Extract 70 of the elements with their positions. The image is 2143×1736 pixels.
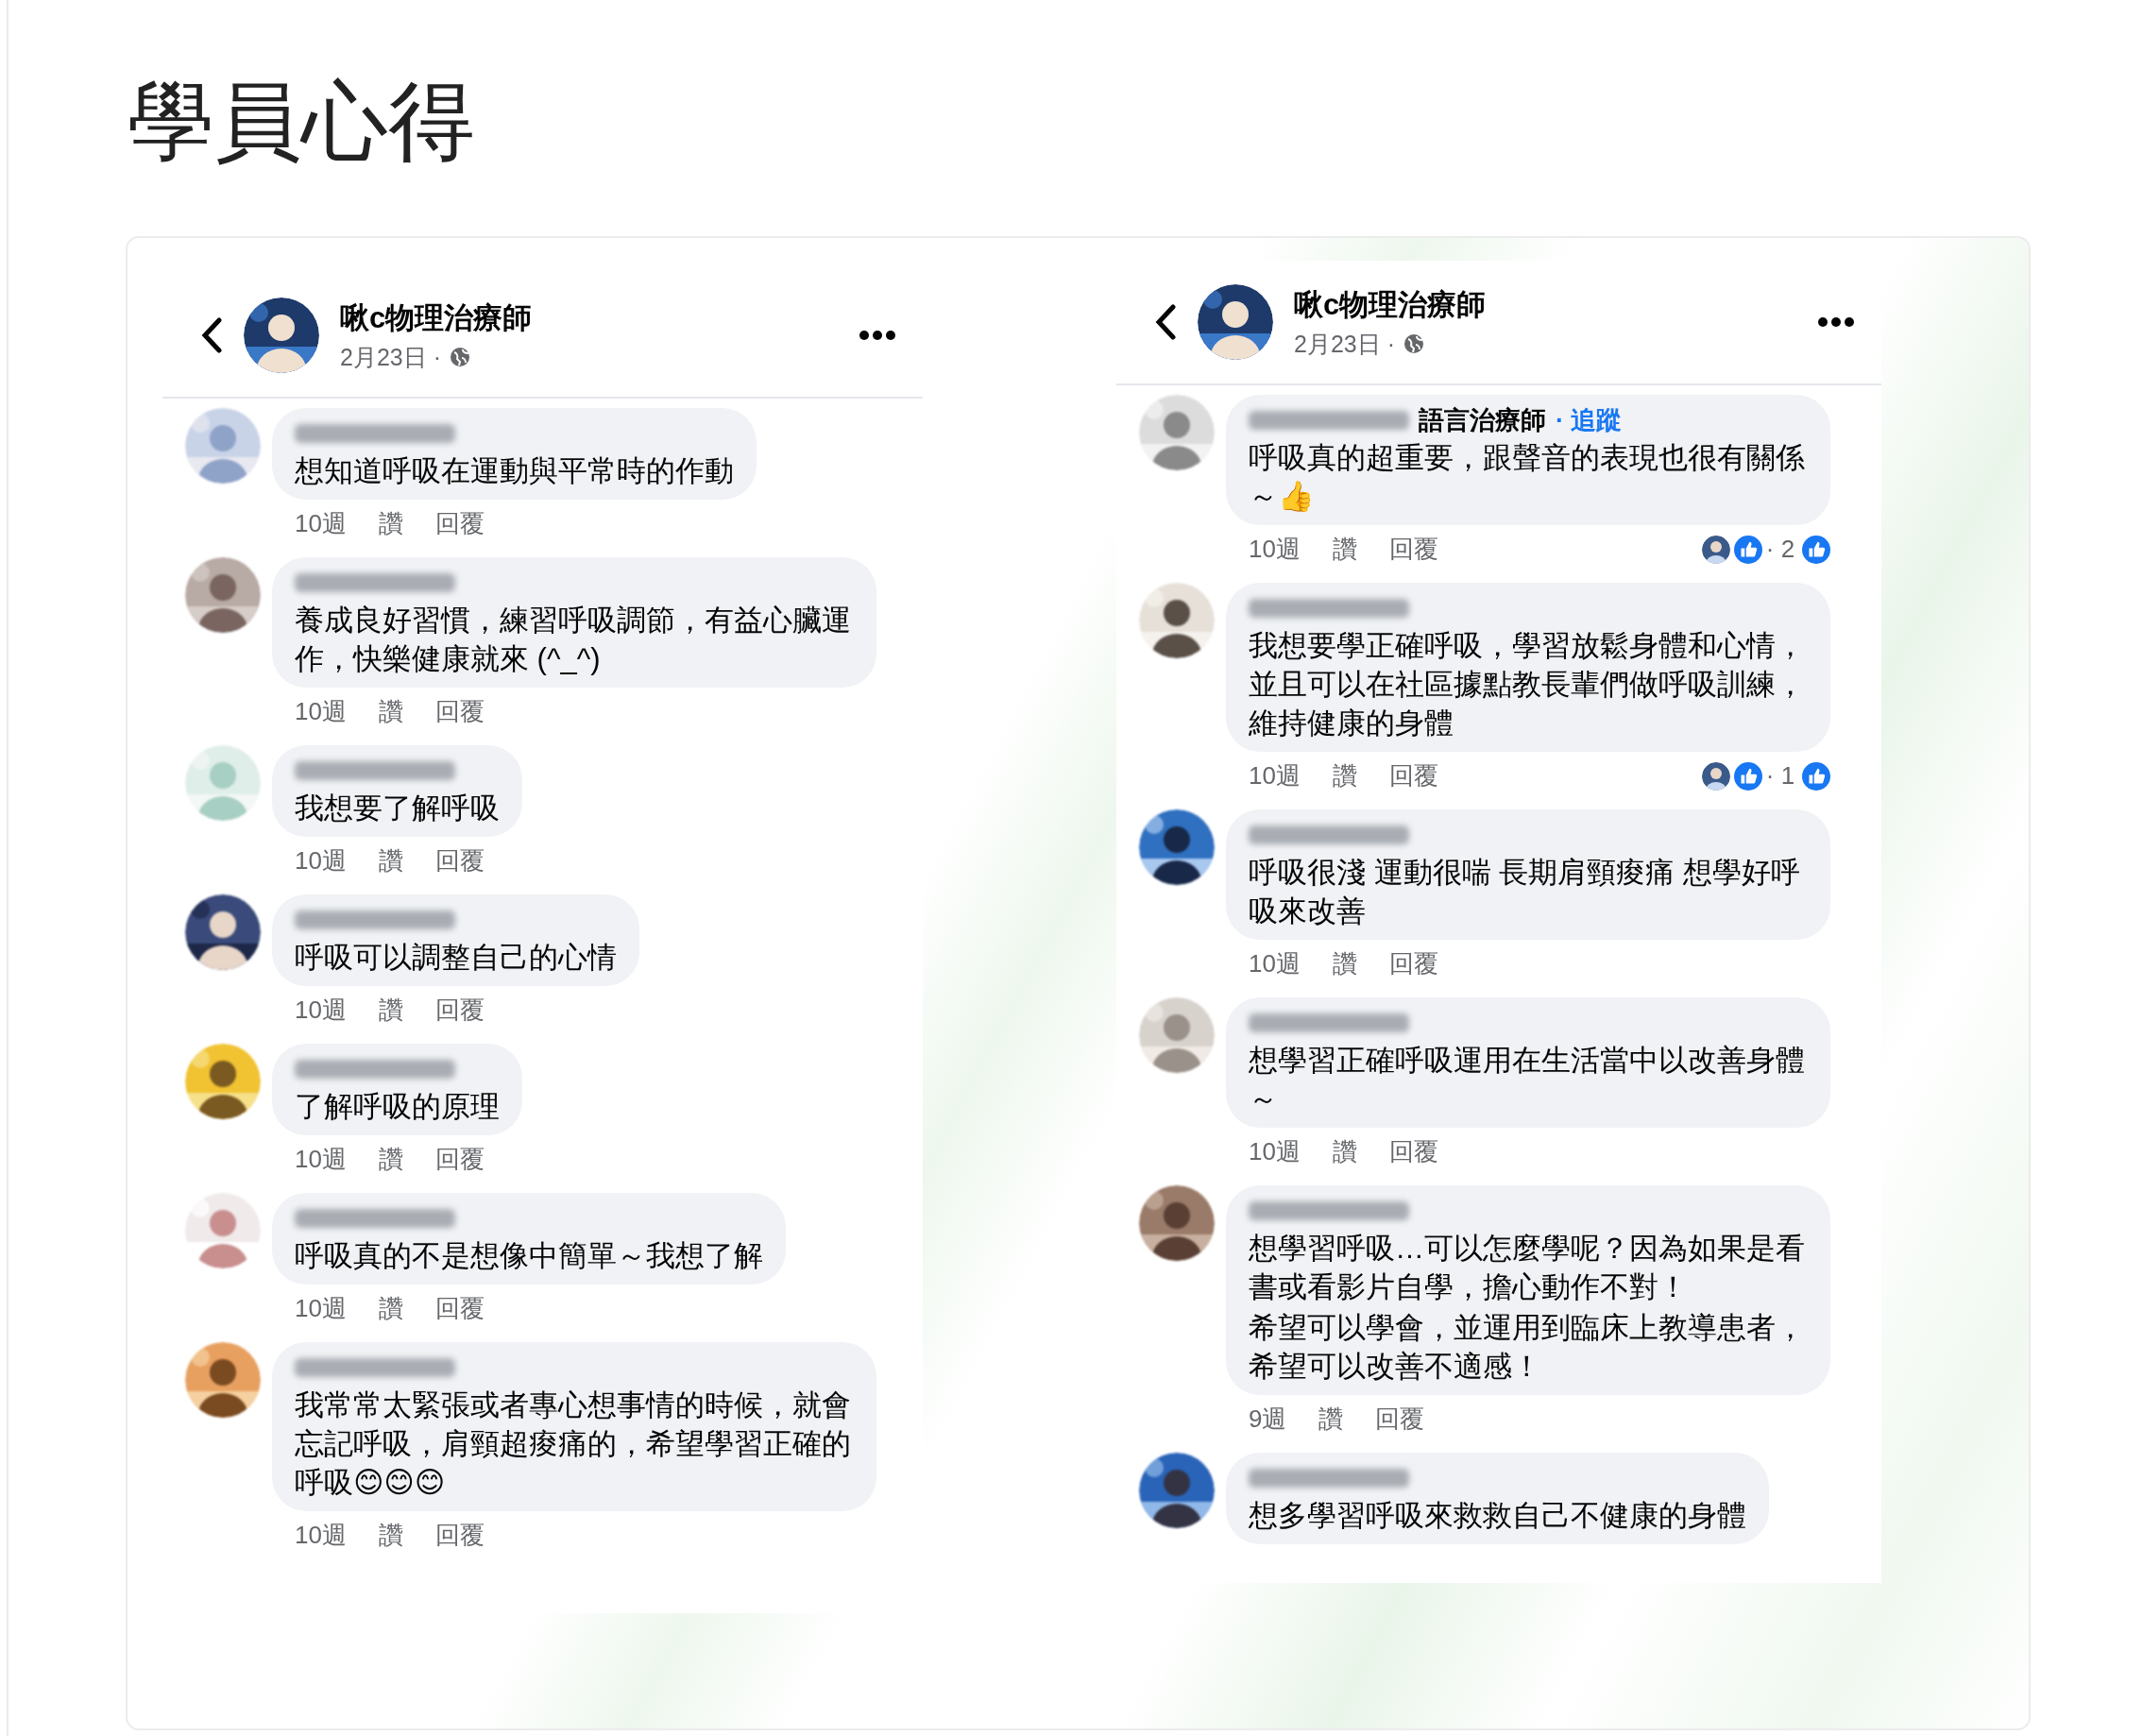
like-link[interactable]: 讚 [378, 1292, 403, 1325]
like-link[interactable]: 讚 [1332, 533, 1357, 566]
reply-link[interactable]: 回覆 [434, 1519, 485, 1552]
comment-time: 10週 [295, 1520, 347, 1551]
comment-text: 想學習呼吸…可以怎麼學呢？因為如果是看書或看影片自學，擔心動作不對！ [1249, 1231, 1806, 1305]
like-link[interactable]: 讚 [378, 994, 403, 1027]
globe-icon [1403, 332, 1425, 355]
post-date: 2月23日 · [1294, 329, 1395, 359]
comment-time: 10週 [295, 1293, 347, 1324]
comment-time: 10週 [1249, 760, 1301, 791]
more-icon[interactable] [1817, 316, 1855, 328]
like-link[interactable]: 讚 [1332, 1135, 1357, 1168]
comment-text: 我常常太緊張或者專心想事情的時候，就會忘記呼吸，肩頸超痠痛的，希望學習正確的呼吸😊😊😊 [295, 1387, 852, 1501]
reply-link[interactable]: 回覆 [434, 1292, 485, 1325]
like-reaction-icon [1733, 535, 1762, 564]
comment-time: 10週 [295, 1144, 347, 1175]
comment-time: 10週 [295, 508, 347, 539]
reply-link[interactable]: 回覆 [1375, 1403, 1425, 1436]
back-icon[interactable] [1154, 304, 1177, 340]
like-link[interactable]: 讚 [378, 695, 403, 728]
comment-text: 呼吸真的超重要，跟聲音的表現也很有關係～👍 [1249, 440, 1806, 515]
reply-link[interactable]: 回覆 [434, 507, 485, 540]
comment-text: 想知道呼吸在運動與平常時的作動 [295, 453, 734, 489]
reply-link[interactable]: 回覆 [434, 844, 485, 877]
comment-time: 10週 [1249, 1136, 1301, 1167]
comment-text: 養成良好習慣，練習呼吸調節，有益心臟運作，快樂健康就來 (^_^) [295, 603, 852, 677]
comment-text: 想學習正確呼吸運用在生活當中以改善身體～ [1249, 1043, 1806, 1117]
comment-text: 我想要學正確呼吸，學習放鬆身體和心情，並且可以在社區據點教長輩們做呼吸訓練，維持健康的身體 [1249, 628, 1806, 741]
follow-link[interactable]: · 追蹤 [1556, 403, 1623, 437]
like-link[interactable]: 讚 [378, 1519, 403, 1552]
reply-link[interactable]: 回覆 [434, 695, 485, 728]
like-link[interactable]: 讚 [378, 1143, 403, 1176]
comment-time: 9週 [1249, 1404, 1287, 1435]
comment-text: 呼吸可以調整自己的心情 [295, 940, 617, 976]
comment-text: 呼吸很淺 運動很喘 長期肩頸痠痛 想學好呼吸來改善 [1249, 855, 1801, 929]
like-link[interactable]: 讚 [1332, 947, 1357, 980]
comment-text: 我想要了解呼吸 [295, 791, 500, 826]
post-date: 2月23日 · [340, 342, 441, 372]
reactor-avatar-icon [1701, 535, 1730, 564]
like-icon [1802, 761, 1831, 791]
comment-time: 10週 [295, 696, 347, 727]
more-icon[interactable] [859, 330, 896, 341]
back-icon[interactable] [200, 317, 223, 353]
like-link[interactable]: 讚 [1332, 759, 1357, 792]
like-link[interactable]: 讚 [1318, 1403, 1344, 1436]
reply-link[interactable]: 回覆 [1388, 947, 1438, 980]
author-name[interactable]: 啾c物理治療師 [340, 298, 838, 338]
author-name[interactable]: 啾c物理治療師 [1294, 284, 1796, 325]
reply-link[interactable]: 回覆 [434, 994, 485, 1027]
globe-icon [449, 346, 471, 368]
reaction-count: · 1 [1765, 761, 1795, 791]
comment-time: 10週 [295, 845, 347, 877]
like-reaction-icon [1733, 761, 1762, 791]
reply-link[interactable]: 回覆 [1388, 1135, 1438, 1168]
author-title: 語言治療師 [1419, 405, 1546, 436]
like-link[interactable]: 讚 [378, 507, 403, 540]
comment-time: 10週 [1249, 948, 1301, 979]
comment-time: 10週 [1249, 534, 1301, 565]
reaction-count: · 2 [1765, 535, 1795, 564]
like-icon [1802, 535, 1831, 564]
reply-link[interactable]: 回覆 [1388, 759, 1438, 792]
comment-text: 了解呼吸的原理 [295, 1089, 500, 1125]
comment-text: 呼吸真的不是想像中簡單～我想了解 [295, 1238, 763, 1274]
comment-text: 希望可以學會，並運用到臨床上教導患者，希望可以改善不適感！ [1249, 1310, 1806, 1385]
like-link[interactable]: 讚 [378, 844, 403, 877]
comment-time: 10週 [295, 995, 347, 1026]
comment-text: 想多學習呼吸來救救自己不健康的身體 [1249, 1498, 1746, 1534]
reactor-avatar-icon [1701, 761, 1730, 791]
reply-link[interactable]: 回覆 [434, 1143, 485, 1176]
reply-link[interactable]: 回覆 [1388, 533, 1438, 566]
